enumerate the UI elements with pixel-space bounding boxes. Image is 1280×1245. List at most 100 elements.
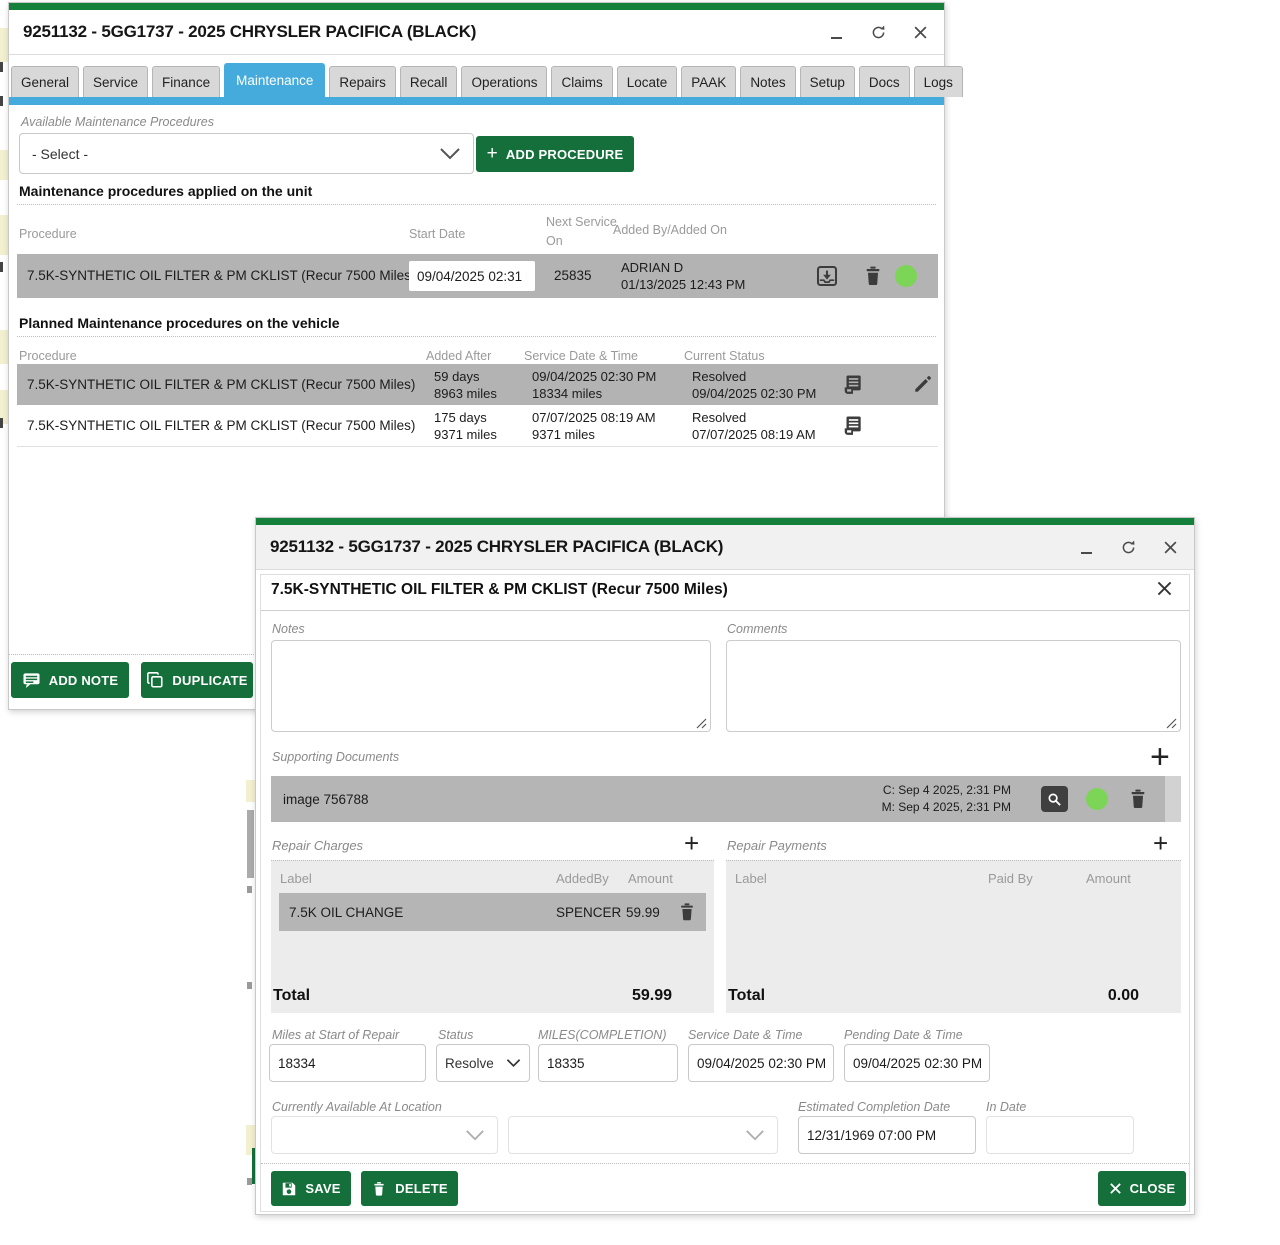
pencil-icon[interactable]: [912, 373, 934, 395]
tab-claims[interactable]: Claims: [551, 66, 612, 97]
chevron-down-icon: [465, 1129, 485, 1142]
close-icon[interactable]: [910, 22, 930, 42]
refresh-icon[interactable]: [1118, 537, 1138, 557]
trash-icon[interactable]: [862, 264, 884, 288]
add-payment-button[interactable]: +: [1153, 830, 1168, 856]
col-procedure: Procedure: [19, 349, 77, 363]
tab-setup[interactable]: Setup: [800, 66, 855, 97]
receipt-icon[interactable]: [840, 372, 866, 398]
tab-finance[interactable]: Finance: [152, 66, 220, 97]
pending-date-input[interactable]: [844, 1044, 990, 1082]
col-label: Label: [735, 871, 767, 886]
refresh-icon[interactable]: [868, 22, 888, 42]
close-icon[interactable]: [1156, 580, 1173, 597]
service-date-input[interactable]: [688, 1044, 834, 1082]
tab-locate[interactable]: Locate: [617, 66, 678, 97]
tab-logs[interactable]: Logs: [914, 66, 963, 97]
receipt-icon[interactable]: [840, 413, 866, 439]
charge-row[interactable]: 7.5K OIL CHANGE SPENCER 59.99: [279, 893, 706, 931]
planned-row[interactable]: 7.5K-SYNTHETIC OIL FILTER & PM CKLIST (R…: [17, 405, 938, 447]
save-button[interactable]: SAVE: [271, 1171, 351, 1206]
duplicate-button[interactable]: DUPLICATE: [141, 662, 253, 698]
window-titlebar: 9251132 - 5GG1737 - 2025 CHRYSLER PACIFI…: [9, 10, 944, 55]
comments-textarea[interactable]: [726, 640, 1181, 732]
service-date-label: Service Date & Time: [688, 1028, 803, 1042]
start-date-input[interactable]: [409, 261, 535, 291]
tab-maintenance[interactable]: Maintenance: [224, 63, 325, 97]
status-date: 09/04/2025 02:30 PM: [692, 385, 816, 402]
archive-icon[interactable]: [815, 264, 839, 288]
add-charge-button[interactable]: +: [684, 830, 699, 856]
background-fragment: [246, 780, 255, 802]
est-completion-label: Estimated Completion Date: [798, 1100, 950, 1114]
background-fragment: [0, 215, 8, 255]
in-date-input[interactable]: [986, 1116, 1134, 1154]
applied-heading: Maintenance procedures applied on the un…: [19, 183, 312, 199]
charge-label: 7.5K OIL CHANGE: [289, 905, 403, 920]
tab-notes[interactable]: Notes: [740, 66, 795, 97]
document-modified: M: Sep 4 2025, 2:31 PM: [851, 799, 1011, 816]
close-x-icon: [1109, 1182, 1122, 1195]
chevron-down-icon: [439, 147, 461, 161]
charge-amount: 59.99: [626, 905, 660, 920]
close-icon[interactable]: [1160, 537, 1180, 557]
est-completion-input[interactable]: [798, 1116, 976, 1154]
procedure-name: 7.5K-SYNTHETIC OIL FILTER & PM CKLIST (R…: [27, 418, 415, 433]
procedure-modal: 9251132 - 5GG1737 - 2025 CHRYSLER PACIFI…: [255, 517, 1195, 1215]
applied-row[interactable]: 7.5K-SYNTHETIC OIL FILTER & PM CKLIST (R…: [17, 254, 938, 298]
background-fragment: [0, 418, 3, 428]
miles-start-input[interactable]: [269, 1044, 426, 1082]
added-on-value: 01/13/2025 12:43 PM: [621, 276, 745, 293]
col-current-status: Current Status: [684, 349, 765, 363]
miles-start-label: Miles at Start of Repair: [272, 1028, 399, 1042]
service-miles: 18334 miles: [532, 385, 602, 402]
location-label: Currently Available At Location: [272, 1100, 442, 1114]
comments-label: Comments: [727, 622, 787, 636]
available-procedures-label: Available Maintenance Procedures: [21, 115, 214, 129]
repair-payments-panel: Label Paid By Amount Total 0.00: [726, 860, 1181, 1013]
tab-general[interactable]: General: [11, 66, 79, 97]
window-title: 9251132 - 5GG1737 - 2025 CHRYSLER PACIFI…: [23, 22, 476, 42]
tab-docs[interactable]: Docs: [859, 66, 910, 97]
charge-added-by: SPENCER: [556, 905, 621, 920]
added-by-value: ADRIAN D: [621, 259, 683, 276]
status-select[interactable]: Resolve: [436, 1044, 530, 1082]
minimize-icon[interactable]: [826, 22, 846, 42]
divider: [17, 336, 936, 337]
available-procedures-select[interactable]: - Select -: [19, 133, 474, 174]
col-added-by: Added By/Added On: [613, 223, 727, 237]
location-select-2[interactable]: [508, 1116, 778, 1154]
total-amount: 0.00: [1108, 987, 1139, 1005]
service-date: 07/07/2025 08:19 AM: [532, 409, 656, 426]
status-label: Status: [438, 1028, 473, 1042]
procedure-name: 7.5K-SYNTHETIC OIL FILTER & PM CKLIST (R…: [27, 377, 415, 392]
tab-recall[interactable]: Recall: [400, 66, 458, 97]
divider: [17, 204, 936, 205]
preview-magnifier-icon[interactable]: [1041, 786, 1068, 812]
notes-textarea[interactable]: [271, 640, 711, 732]
background-fragment: [0, 28, 8, 62]
scrollbar-track[interactable]: [1165, 776, 1181, 822]
status-text: Resolved: [692, 368, 746, 385]
add-note-button[interactable]: ADD NOTE: [11, 662, 129, 698]
window-title: 9251132 - 5GG1737 - 2025 CHRYSLER PACIFI…: [270, 537, 723, 557]
planned-heading: Planned Maintenance procedures on the ve…: [19, 315, 340, 331]
trash-icon[interactable]: [1127, 787, 1149, 811]
status-dot-green: [895, 265, 917, 287]
tab-operations[interactable]: Operations: [461, 66, 547, 97]
add-document-button[interactable]: +: [1150, 740, 1170, 774]
planned-row[interactable]: 7.5K-SYNTHETIC OIL FILTER & PM CKLIST (R…: [17, 364, 938, 405]
add-procedure-button[interactable]: + ADD PROCEDURE: [476, 136, 634, 172]
save-icon: [281, 1181, 297, 1197]
tab-service[interactable]: Service: [83, 66, 148, 97]
trash-icon[interactable]: [677, 901, 697, 923]
minimize-icon[interactable]: [1076, 537, 1096, 557]
delete-button[interactable]: DELETE: [361, 1171, 458, 1206]
background-fragment: [0, 150, 8, 180]
location-select-1[interactable]: [271, 1116, 498, 1154]
miles-completion-input[interactable]: [538, 1044, 678, 1082]
in-date-label: In Date: [986, 1100, 1026, 1114]
close-button[interactable]: CLOSE: [1098, 1171, 1186, 1206]
tab-repairs[interactable]: Repairs: [329, 66, 396, 97]
tab-paak[interactable]: PAAK: [681, 66, 736, 97]
